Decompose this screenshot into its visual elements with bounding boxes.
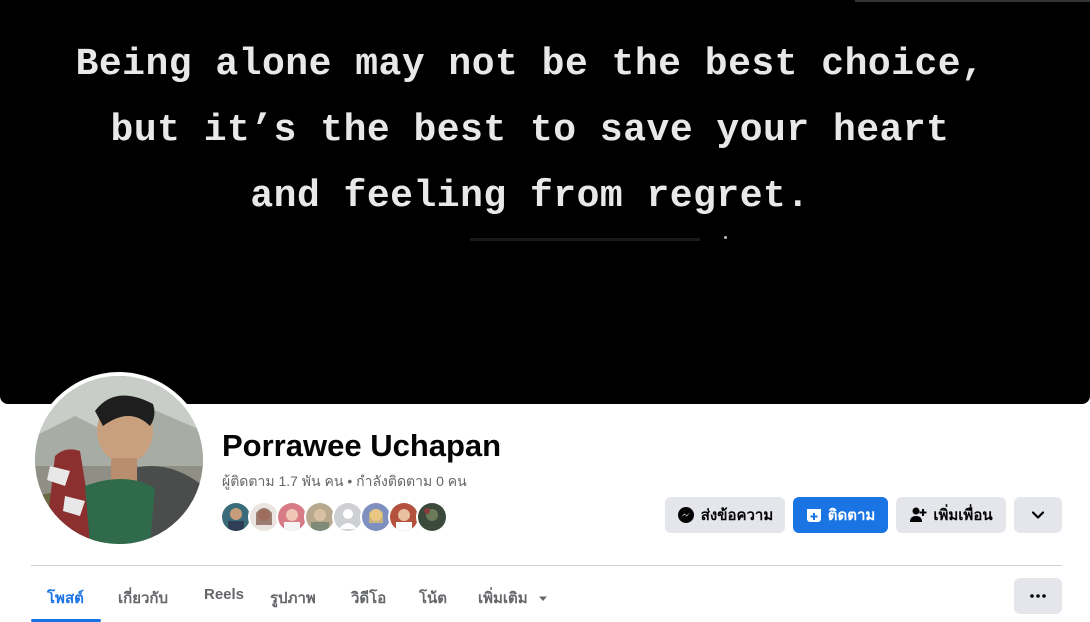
tab-more-label: เพิ่มเติม	[478, 590, 528, 607]
cover-quote-line-1: Being alone may not be the best choice,	[75, 43, 985, 86]
chevron-down-icon	[1031, 511, 1045, 519]
tab-posts[interactable]: โพสต์	[47, 586, 84, 610]
cover-quote: Being alone may not be the best choice, …	[0, 32, 1060, 230]
message-button[interactable]: ส่งข้อความ	[665, 497, 785, 533]
mutual-friends-row	[220, 501, 448, 533]
cover-dot	[724, 236, 727, 239]
more-options-button[interactable]	[1014, 578, 1062, 614]
profile-picture-image	[35, 376, 203, 544]
profile-name: Porrawee Uchapan	[222, 428, 502, 463]
tab-reels[interactable]: Reels	[204, 586, 244, 603]
cover-quote-line-3: and feeling from regret.	[250, 175, 810, 218]
tab-photos[interactable]: รูปภาพ	[270, 586, 316, 610]
followers-count[interactable]: ผู้ติดตาม 1.7 พัน คน	[222, 473, 343, 489]
cover-photo[interactable]: Being alone may not be the best choice, …	[0, 0, 1090, 404]
follow-button[interactable]: ติดตาม	[793, 497, 888, 533]
add-friend-icon	[909, 506, 927, 524]
add-friend-button[interactable]: เพิ่มเพื่อน	[896, 497, 1006, 533]
follow-icon	[806, 507, 822, 523]
messenger-icon	[677, 506, 695, 524]
caret-down-icon	[538, 596, 547, 601]
friend-avatar-8[interactable]	[416, 501, 448, 533]
cover-quote-line-2: but it’s the best to save your heart	[110, 109, 950, 152]
tab-notes[interactable]: โน้ต	[419, 586, 447, 610]
tab-more[interactable]: เพิ่มเติม	[478, 586, 548, 610]
following-count[interactable]: กำลังติดตาม 0 คน	[356, 473, 467, 489]
tab-videos[interactable]: วิดีโอ	[351, 586, 386, 610]
profile-page: Being alone may not be the best choice, …	[0, 0, 1090, 622]
tab-about[interactable]: เกี่ยวกับ	[118, 586, 168, 610]
profile-photo-icon	[35, 376, 203, 544]
ellipsis-icon	[1030, 594, 1046, 598]
stats-separator: •	[343, 473, 357, 489]
profile-divider	[31, 565, 1062, 566]
profile-options-button[interactable]	[1014, 497, 1062, 533]
message-button-label: ส่งข้อความ	[700, 507, 774, 524]
cover-faint-text	[470, 238, 700, 241]
add-friend-button-label: เพิ่มเพื่อน	[933, 507, 993, 524]
cover-edge-shadow	[855, 0, 1090, 2]
follow-button-label: ติดตาม	[827, 507, 876, 524]
follow-stats: ผู้ติดตาม 1.7 พัน คน • กำลังติดตาม 0 คน	[222, 471, 467, 493]
profile-picture[interactable]	[31, 372, 207, 548]
